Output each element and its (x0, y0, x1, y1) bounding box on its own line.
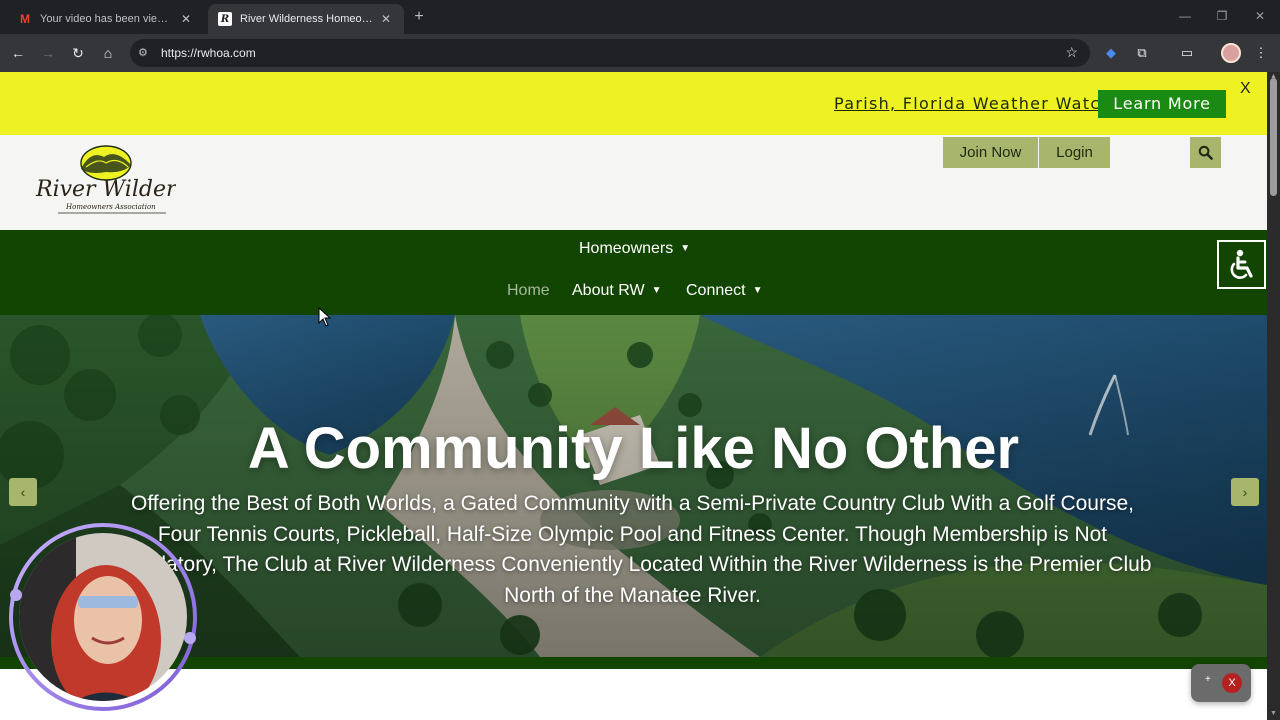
site-header: River Wilderness Homeowners Association … (0, 135, 1267, 230)
chevron-down-icon: ▼ (752, 285, 763, 296)
profile-avatar[interactable] (1221, 43, 1241, 63)
tab-river-wilderness[interactable]: R River Wilderness Homeowners ✕ (208, 4, 404, 34)
widget-plus-icon[interactable]: + (1205, 674, 1211, 685)
slider-prev-button[interactable]: ‹ (9, 478, 37, 506)
chevron-down-icon: ▼ (680, 243, 691, 254)
tab-close-icon[interactable]: ✕ (378, 12, 394, 26)
tab-title: River Wilderness Homeowners (240, 13, 374, 25)
logo-main-text: River Wilderness (35, 177, 176, 202)
extensions-icon[interactable]: ⧉ (1133, 44, 1151, 62)
promo-close-button[interactable]: X (1240, 80, 1251, 98)
media-control-icon[interactable]: ▭ (1178, 44, 1196, 62)
nav-home[interactable]: Home (507, 282, 550, 300)
main-navigation: Homeowners ▼ Home About RW ▼ Connect ▼ (0, 230, 1267, 315)
back-button[interactable]: ← (8, 43, 28, 63)
accessibility-button[interactable] (1217, 240, 1266, 289)
address-bar[interactable]: ⚙ https://rwhoa.com ☆ (130, 39, 1090, 67)
scrollbar-thumb[interactable] (1270, 78, 1277, 196)
login-button[interactable]: Login (1039, 137, 1110, 168)
nav-label: About RW (572, 282, 645, 299)
nav-label: Connect (686, 282, 746, 299)
site-info-icon[interactable]: ⚙ (138, 45, 152, 61)
tab-title: Your video has been viewed: N (40, 13, 174, 25)
nav-homeowners[interactable]: Homeowners ▼ (579, 240, 690, 258)
weather-watch-link[interactable]: Parish, Florida Weather Watch (834, 94, 1112, 113)
new-tab-button[interactable]: + (410, 7, 428, 27)
browser-toolbar: ← → ↻ ⌂ ⚙ https://rwhoa.com ☆ ◆ ⧉ ▭ ⋮ (0, 34, 1280, 72)
bookmark-extension-icon[interactable]: ◆ (1102, 44, 1120, 62)
minimize-button[interactable]: — (1170, 6, 1200, 26)
mouse-cursor-icon (318, 307, 332, 327)
scroll-down-icon[interactable]: ▼ (1269, 710, 1278, 718)
reload-button[interactable]: ↻ (68, 43, 88, 63)
nav-label: Home (507, 282, 550, 299)
maximize-button[interactable]: ❐ (1207, 6, 1237, 26)
hero-subtext: Offering the Best of Both Worlds, a Gate… (113, 492, 1152, 607)
forward-button[interactable]: → (38, 43, 58, 63)
tab-gmail[interactable]: M Your video has been viewed: N ✕ (8, 4, 204, 34)
widget-close-button[interactable]: X (1222, 673, 1242, 693)
wheelchair-icon (1230, 249, 1253, 279)
browser-tab-strip: M Your video has been viewed: N ✕ R Rive… (0, 0, 1280, 34)
join-now-button[interactable]: Join Now (943, 137, 1038, 168)
bookmark-star-icon[interactable]: ☆ (1065, 44, 1078, 61)
webcam-overlay (6, 520, 201, 715)
nav-about-rw[interactable]: About RW ▼ (572, 282, 662, 300)
webcam-presenter-image (9, 523, 197, 711)
logo-graphic: River Wilderness Homeowners Association (35, 145, 226, 214)
browser-menu-icon[interactable]: ⋮ (1252, 44, 1270, 62)
search-icon (1198, 145, 1213, 160)
tab-close-icon[interactable]: ✕ (178, 12, 194, 26)
gmail-icon: M (20, 12, 30, 26)
floating-widget[interactable]: + X (1191, 664, 1251, 702)
rw-favicon-icon: R (218, 12, 232, 26)
weather-promo-bar: Parish, Florida Weather Watch Learn More… (0, 72, 1267, 135)
nav-label: Homeowners (579, 240, 674, 257)
chevron-down-icon: ▼ (651, 285, 662, 296)
window-close-button[interactable]: ✕ (1245, 6, 1275, 26)
nav-connect[interactable]: Connect ▼ (686, 282, 763, 300)
river-wilderness-logo[interactable]: River Wilderness Homeowners Association (34, 143, 226, 223)
url-text[interactable]: https://rwhoa.com (161, 46, 256, 60)
learn-more-button[interactable]: Learn More (1098, 90, 1226, 118)
home-button[interactable]: ⌂ (98, 43, 118, 63)
slider-next-button[interactable]: › (1231, 478, 1259, 506)
page-scrollbar[interactable]: ▲ ▼ (1267, 72, 1280, 720)
logo-sub-text: Homeowners Association (65, 203, 156, 211)
search-button[interactable] (1190, 137, 1221, 168)
hero-headline: A Community Like No Other (247, 416, 1020, 481)
